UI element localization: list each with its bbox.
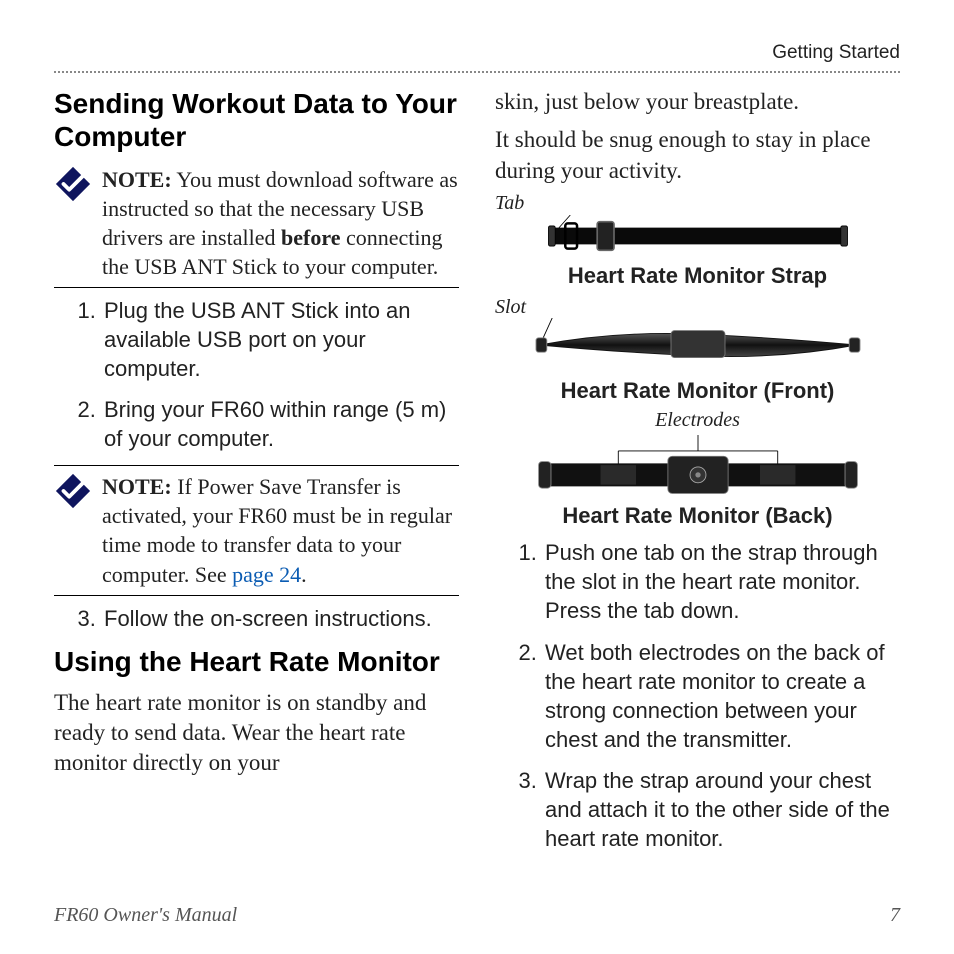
- paragraph-continued-2: It should be snug enough to stay in plac…: [495, 125, 900, 186]
- caption-hrm-front: Heart Rate Monitor (Front): [495, 376, 900, 405]
- steps-list-hrm: Push one tab on the strap through the sl…: [495, 538, 900, 852]
- figure-label-tab: Tab: [495, 190, 900, 216]
- note-block-1: NOTE: You must download software as inst…: [54, 163, 459, 288]
- heading-sending-workout-data: Sending Workout Data to Your Computer: [54, 87, 459, 153]
- step-item: Wrap the strap around your chest and att…: [543, 766, 900, 853]
- paragraph-hrm-intro: The heart rate monitor is on standby and…: [54, 688, 459, 779]
- note-text-1: NOTE: You must download software as inst…: [102, 165, 459, 281]
- note-icon: [54, 472, 92, 510]
- step-item: Push one tab on the strap through the sl…: [543, 538, 900, 625]
- figure-label-electrodes: Electrodes: [495, 407, 900, 433]
- left-column: Sending Workout Data to Your Computer NO…: [54, 83, 459, 913]
- step-item: Plug the USB ANT Stick into an available…: [102, 296, 459, 383]
- steps-list-1: Plug the USB ANT Stick into an available…: [54, 296, 459, 453]
- heading-using-hrm: Using the Heart Rate Monitor: [54, 645, 459, 678]
- steps-list-1-cont: Follow the on-screen instructions.: [54, 604, 459, 633]
- note-block-2: NOTE: If Power Save Transfer is activate…: [54, 465, 459, 595]
- right-column: skin, just below your breastplate. It sh…: [495, 83, 900, 913]
- section-header: Getting Started: [54, 40, 900, 73]
- note-tail: .: [301, 562, 307, 587]
- manual-page: Getting Started Sending Workout Data to …: [0, 0, 954, 954]
- note-text-2: NOTE: If Power Save Transfer is activate…: [102, 472, 459, 588]
- paragraph-continued-1: skin, just below your breastplate.: [495, 87, 900, 117]
- figure-hrm-strap: [495, 215, 900, 257]
- caption-hrm-back: Heart Rate Monitor (Back): [495, 501, 900, 530]
- figure-label-slot: Slot: [495, 294, 900, 320]
- note-bold-word: before: [281, 225, 340, 250]
- note-label: NOTE:: [102, 474, 172, 499]
- figure-hrm-back: [495, 435, 900, 497]
- note-label: NOTE:: [102, 167, 172, 192]
- page-link[interactable]: page 24: [232, 562, 301, 587]
- step-item: Follow the on-screen instructions.: [102, 604, 459, 633]
- step-item: Bring your FR60 within range (5 m) of yo…: [102, 395, 459, 453]
- footer-page-number: 7: [890, 902, 900, 928]
- two-column-layout: Sending Workout Data to Your Computer NO…: [54, 83, 900, 913]
- note-icon: [54, 165, 92, 203]
- page-footer: FR60 Owner's Manual 7: [54, 902, 900, 928]
- step-item: Wet both electrodes on the back of the h…: [543, 638, 900, 754]
- footer-title: FR60 Owner's Manual: [54, 902, 237, 928]
- figure-hrm-front: [495, 318, 900, 372]
- caption-hrm-strap: Heart Rate Monitor Strap: [495, 261, 900, 290]
